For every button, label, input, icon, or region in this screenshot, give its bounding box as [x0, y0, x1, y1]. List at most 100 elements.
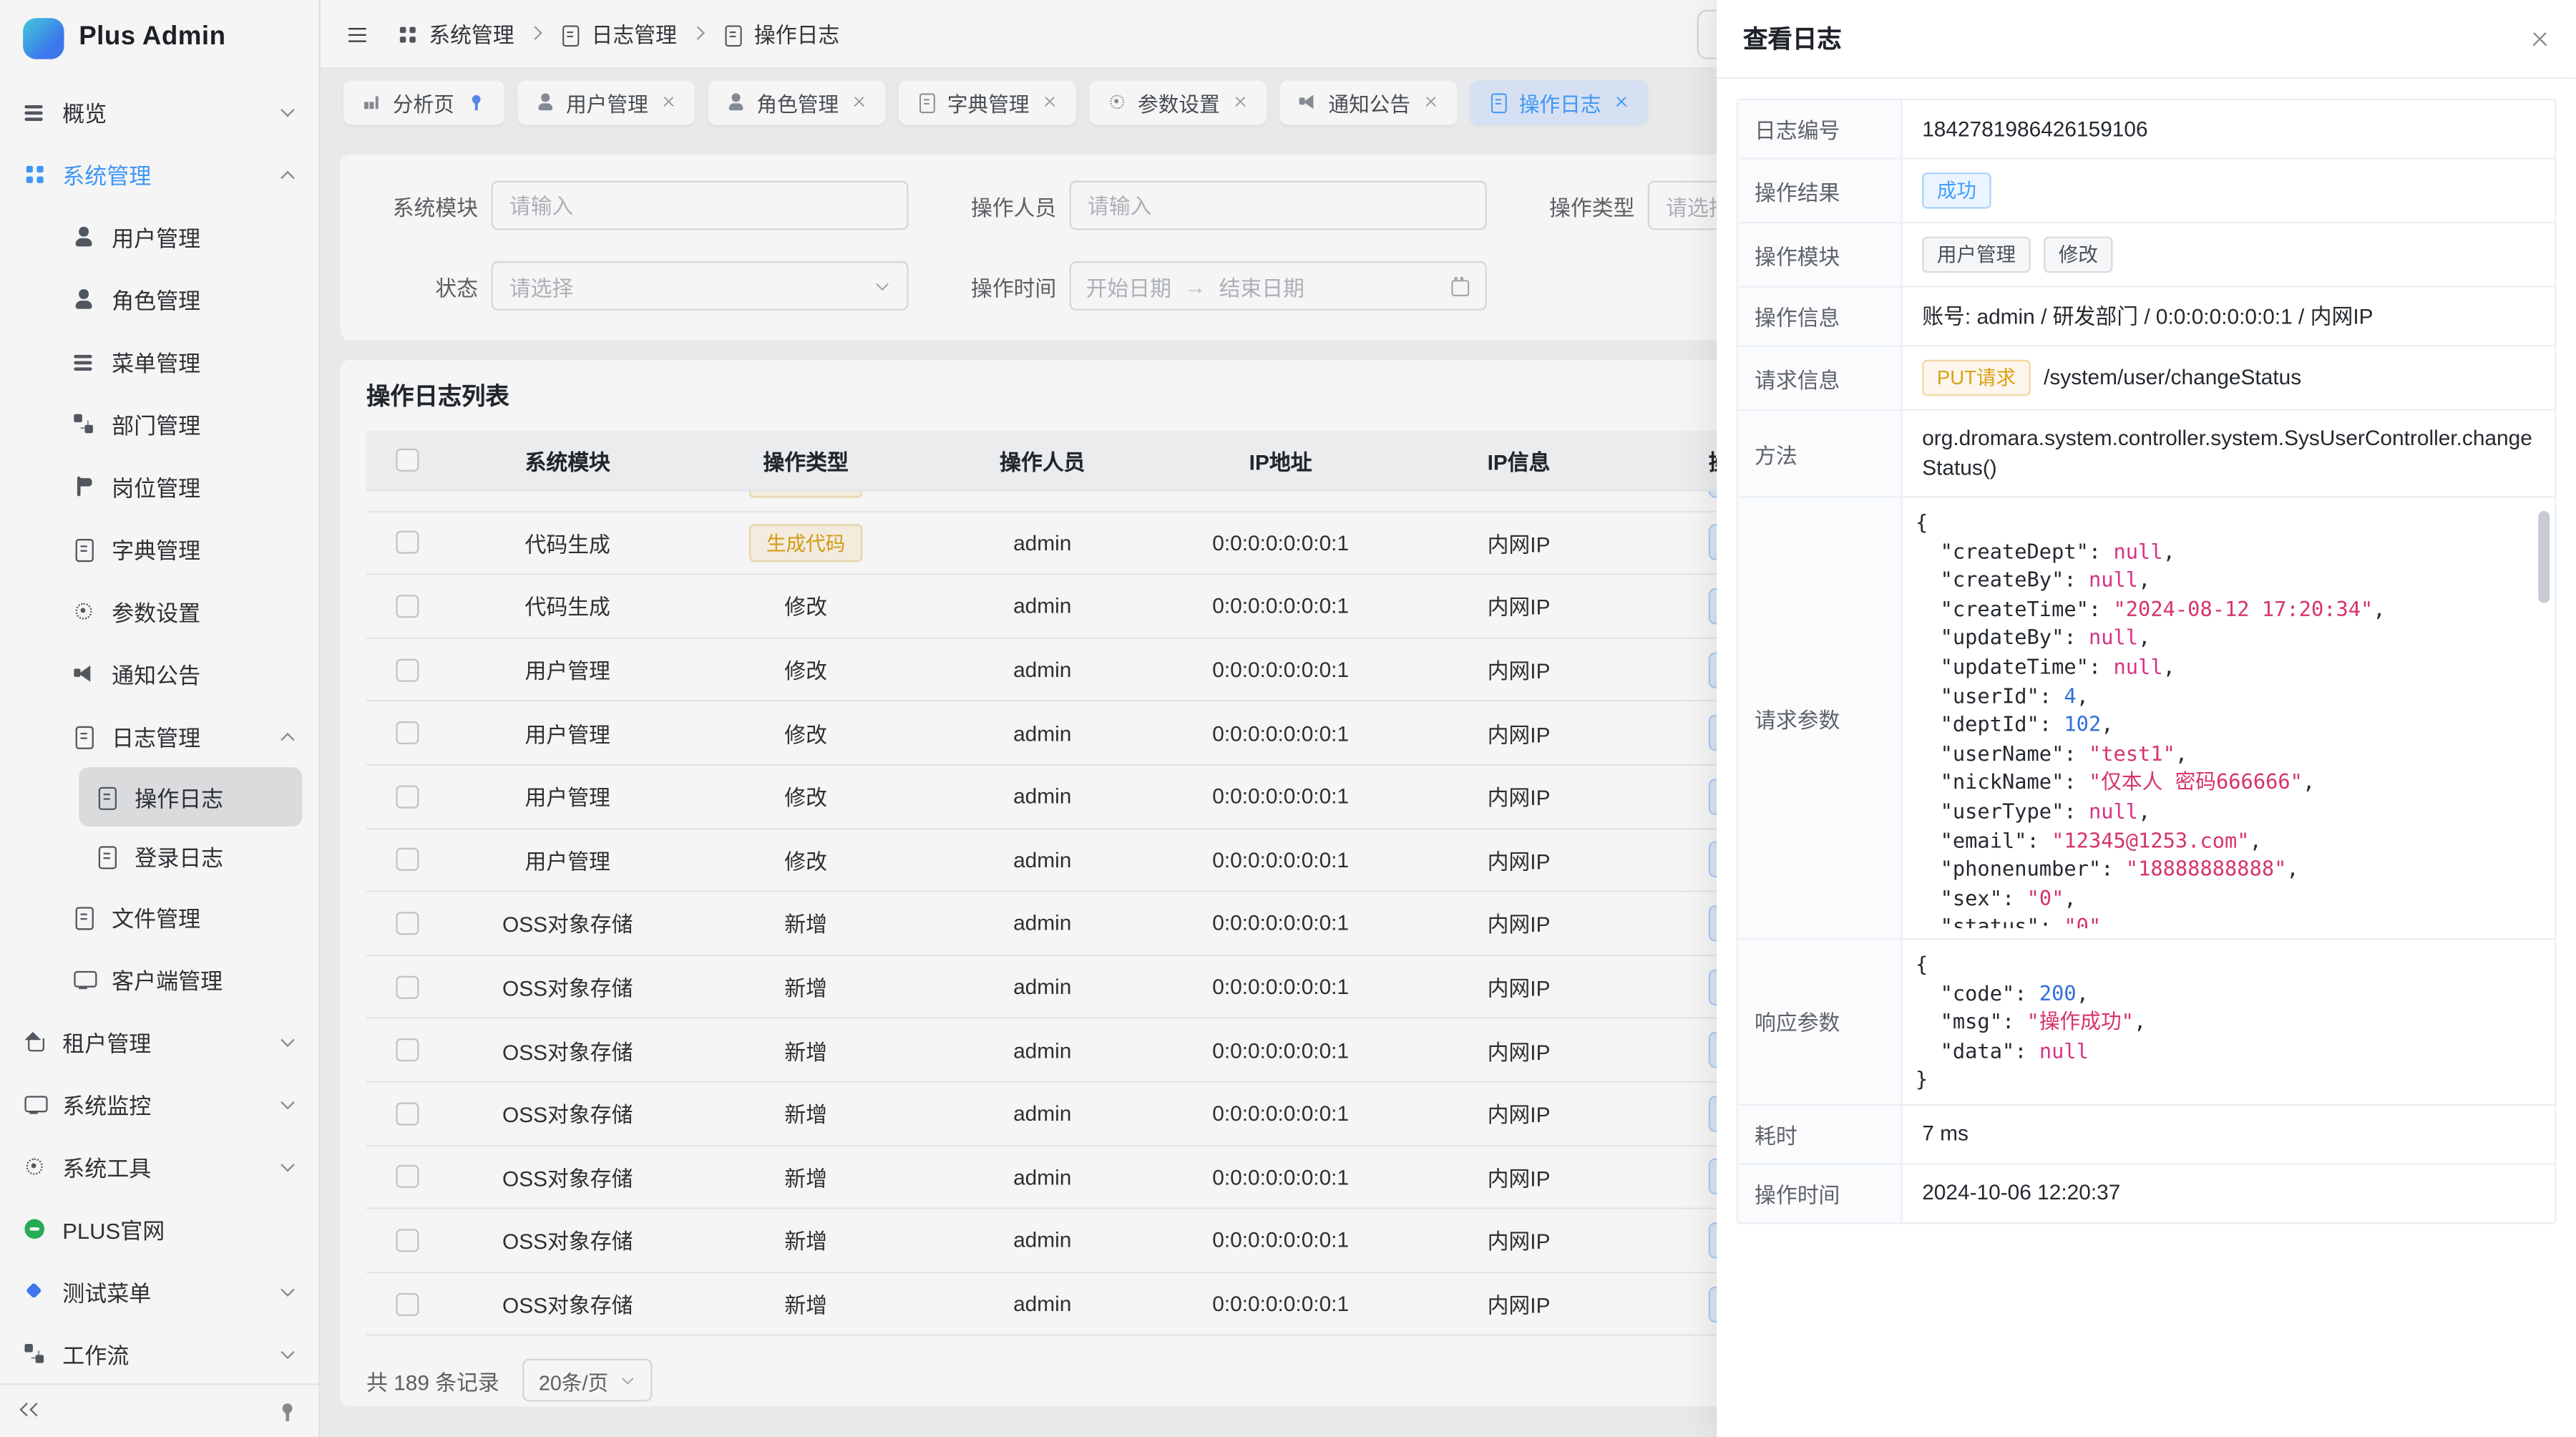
row-checkbox[interactable] [396, 1292, 419, 1315]
sidebar-menu-item[interactable]: 角色管理 [0, 268, 318, 330]
sidebar-menu-item[interactable]: 操作日志 [79, 767, 302, 827]
sidebar-menu-item[interactable]: 菜单管理 [0, 330, 318, 392]
detail-label: 操作模块 [1738, 223, 1903, 286]
doc-icon [722, 23, 743, 44]
sidebar-menu-item[interactable]: 租户管理 [0, 1010, 318, 1073]
cell-ip-info: 内网IP [1401, 654, 1636, 686]
tab-close-icon[interactable] [660, 94, 675, 109]
row-checkbox[interactable] [396, 975, 419, 998]
sidebar-menu-item[interactable]: 测试菜单 [0, 1260, 318, 1322]
sidebar-menu-item[interactable]: 岗位管理 [0, 455, 318, 517]
tab[interactable]: 用户管理 [517, 79, 694, 124]
status-filter-select[interactable]: 请选择 [491, 261, 908, 311]
time-range-picker[interactable]: 开始日期 → 结束日期 [1070, 261, 1487, 311]
sidebar-menu-item[interactable]: 日志管理 [0, 705, 318, 767]
row-checkbox[interactable] [396, 785, 419, 808]
select-all-checkbox[interactable] [396, 449, 419, 472]
menu-item-label: 系统工具 [62, 1150, 263, 1183]
sidebar-menu-item[interactable]: 系统监控 [0, 1073, 318, 1135]
operator-filter-input[interactable] [1070, 181, 1487, 230]
cell-ip: 0:0:0:0:0:0:0:1 [1160, 975, 1401, 999]
filter-group-time: 操作时间 开始日期 → 结束日期 [945, 261, 1487, 311]
menu-icon [72, 968, 95, 990]
detail-row-response-params: 响应参数 { "code": 200, "msg": "操作成功", "data… [1738, 940, 2555, 1106]
row-checkbox[interactable] [396, 849, 419, 872]
sidebar-menu-item[interactable]: 用户管理 [0, 205, 318, 268]
operation-info-value: 账号: admin / 研发部门 / 0:0:0:0:0:0:0:1 / 内网I… [1903, 288, 2555, 345]
row-checkbox[interactable] [396, 1038, 419, 1061]
tab[interactable]: 字典管理 [898, 79, 1075, 124]
sidebar-menu-item[interactable]: PLUS官网 [0, 1198, 318, 1260]
hamburger-menu-icon[interactable] [346, 22, 369, 45]
tab[interactable]: 操作日志 [1470, 79, 1647, 124]
breadcrumb-item-oplog[interactable]: 操作日志 [721, 18, 839, 49]
row-checkbox[interactable] [396, 595, 419, 618]
cell-ip-info: 内网IP [1401, 1224, 1636, 1256]
sidebar-menu-item[interactable]: 文件管理 [0, 885, 318, 948]
tab-close-icon[interactable] [1613, 94, 1629, 109]
tab[interactable]: 通知公告 [1279, 79, 1457, 124]
menu-icon [23, 1280, 46, 1303]
row-checkbox[interactable] [396, 1229, 419, 1252]
detail-row-method: 方法 org.dromara.system.controller.system.… [1738, 411, 2555, 498]
page-size-select[interactable]: 20条/页 [522, 1359, 653, 1402]
tab[interactable]: 角色管理 [707, 79, 884, 124]
tab-close-icon[interactable] [1423, 94, 1438, 109]
sidebar-menu-item[interactable]: 参数设置 [0, 580, 318, 642]
tab-close-icon[interactable] [1041, 94, 1057, 109]
sidebar-menu-item[interactable]: 部门管理 [0, 393, 318, 455]
cell-ip-info: 内网IP [1401, 907, 1636, 939]
tab-close-icon[interactable] [851, 94, 867, 109]
row-checkbox[interactable] [396, 531, 419, 554]
menu-item-label: 菜单管理 [112, 345, 296, 378]
sidebar-menu-item[interactable]: 系统管理 [0, 143, 318, 205]
tab-icon [1297, 92, 1317, 112]
op-time-value: 2024-10-06 12:20:37 [1903, 1165, 2555, 1222]
tab-close-icon[interactable] [1231, 94, 1247, 109]
detail-label: 操作结果 [1738, 160, 1903, 222]
scrollbar-thumb[interactable] [2538, 511, 2550, 603]
module-badge: 用户管理 [1922, 237, 2031, 273]
menu-icon [72, 412, 95, 435]
menu-item-label: 登录日志 [135, 839, 286, 872]
module-filter-input[interactable] [491, 181, 908, 230]
pin-sidebar-icon[interactable] [276, 1400, 299, 1423]
sidebar-menu-item[interactable]: 系统工具 [0, 1135, 318, 1197]
sidebar-menu-item[interactable]: 客户端管理 [0, 948, 318, 1010]
cell-ip-info: 内网IP [1401, 971, 1636, 1003]
row-checkbox[interactable] [396, 658, 419, 681]
breadcrumb-item-system[interactable]: 系统管理 [396, 18, 514, 49]
sidebar-menu-item[interactable]: 字典管理 [0, 517, 318, 580]
sidebar-menu-item[interactable]: 通知公告 [0, 643, 318, 705]
row-checkbox[interactable] [396, 1102, 419, 1125]
sidebar-menu-item[interactable]: 工作流 [0, 1322, 318, 1383]
menu-item-label: 通知公告 [112, 657, 296, 690]
cell-ip: 0:0:0:0:0:0:0:1 [1160, 1164, 1401, 1189]
menu-item-label: 日志管理 [112, 720, 263, 753]
menu-icon [23, 100, 46, 123]
tab-icon [726, 92, 746, 112]
column-header-ip: IP地址 [1160, 444, 1401, 476]
collapse-sidebar-icon[interactable] [20, 1401, 44, 1421]
log-detail-table: 日志编号 1842781986426159106 操作结果 成功 操作模块 用户… [1737, 99, 2557, 1224]
cost-value: 7 ms [1903, 1106, 2555, 1163]
chevron-icon [279, 104, 296, 120]
tab[interactable]: 参数设置 [1088, 79, 1266, 124]
scrollbar-track [2538, 507, 2550, 928]
cell-ip: 0:0:0:0:0:0:0:1 [1160, 594, 1401, 618]
row-checkbox[interactable] [396, 1166, 419, 1189]
menu-icon [72, 288, 95, 311]
chevron-icon [279, 1283, 296, 1300]
sidebar-menu-item[interactable]: 登录日志 [79, 827, 302, 886]
menu-item-label: 操作日志 [135, 781, 286, 814]
drawer-close-icon[interactable] [2529, 28, 2550, 49]
row-checkbox[interactable] [396, 912, 419, 935]
cell-ip-info: 内网IP [1401, 1098, 1636, 1129]
breadcrumb-item-log[interactable]: 日志管理 [559, 18, 677, 49]
menu-item-label: 概览 [62, 95, 263, 128]
tab[interactable]: 分析页 [343, 79, 504, 124]
cell-ip: 0:0:0:0:0:0:0:1 [1160, 1292, 1401, 1316]
menu-icon [72, 475, 95, 498]
row-checkbox[interactable] [396, 721, 419, 744]
sidebar-menu-item[interactable]: 概览 [0, 80, 318, 142]
